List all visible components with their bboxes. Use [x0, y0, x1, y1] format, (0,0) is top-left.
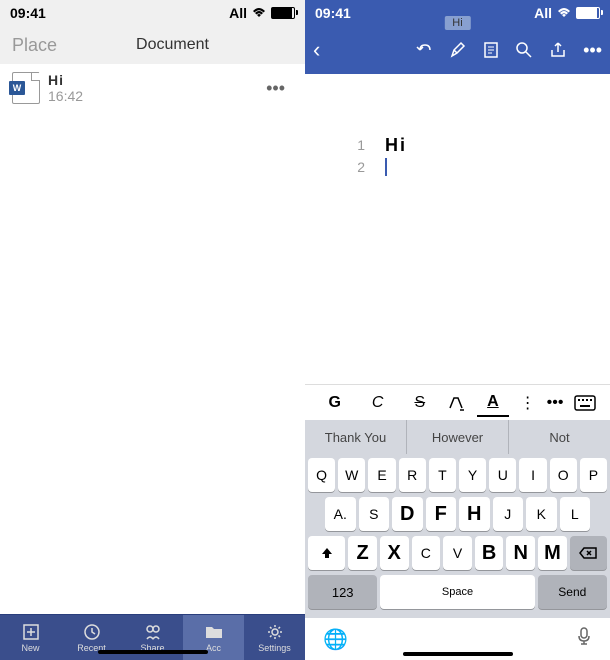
mic-icon[interactable]: [576, 626, 592, 652]
highlight-icon[interactable]: [446, 394, 466, 412]
key-c[interactable]: C: [412, 536, 441, 570]
suggestions-bar: Thank You However Not: [305, 420, 610, 454]
backspace-icon: [578, 546, 598, 560]
file-item[interactable]: W Hi 16:42 •••: [0, 64, 305, 112]
pen-icon[interactable]: [449, 41, 467, 59]
key-j[interactable]: J: [493, 497, 524, 531]
key-b[interactable]: B: [475, 536, 504, 570]
key-h[interactable]: H: [459, 497, 490, 531]
key-u[interactable]: U: [489, 458, 516, 492]
key-l[interactable]: L: [560, 497, 591, 531]
format-dots-icon[interactable]: •••: [547, 394, 564, 412]
key-x[interactable]: X: [380, 536, 409, 570]
battery-icon: [271, 7, 295, 19]
home-indicator[interactable]: [403, 652, 513, 656]
time: 09:41: [315, 5, 351, 21]
key-t[interactable]: T: [429, 458, 456, 492]
keyboard-toggle-icon[interactable]: [574, 395, 596, 411]
key-m[interactable]: M: [538, 536, 567, 570]
file-name: Hi: [48, 72, 250, 88]
format-bar: G C S A ⋮ •••: [305, 384, 610, 420]
underline-button[interactable]: A: [477, 389, 509, 417]
kb-row-1: Q W E R T Y U I O P: [308, 458, 607, 492]
suggestion-1[interactable]: Thank You: [305, 420, 407, 454]
key-d[interactable]: D: [392, 497, 423, 531]
more-icon[interactable]: •••: [583, 40, 602, 61]
home-indicator[interactable]: [98, 650, 208, 654]
key-f[interactable]: F: [426, 497, 457, 531]
page-icon[interactable]: [483, 41, 499, 59]
editor-header: Hi ‹ •••: [305, 26, 610, 74]
carrier: All: [229, 5, 247, 21]
key-space[interactable]: Space: [380, 575, 534, 609]
kb-row-4: 123 Space Send: [308, 575, 607, 609]
battery-icon: [576, 7, 600, 19]
back-icon[interactable]: ‹: [313, 37, 320, 63]
share-out-icon[interactable]: [549, 41, 567, 59]
editor-content[interactable]: 1 Hi 2: [305, 74, 610, 384]
key-i[interactable]: I: [519, 458, 546, 492]
nav-new[interactable]: New: [0, 615, 61, 660]
key-w[interactable]: W: [338, 458, 365, 492]
key-a[interactable]: A.: [325, 497, 356, 531]
search-icon[interactable]: [515, 41, 533, 59]
file-time: 16:42: [48, 88, 250, 104]
key-y[interactable]: Y: [459, 458, 486, 492]
key-q[interactable]: Q: [308, 458, 335, 492]
key-numeric[interactable]: 123: [308, 575, 377, 609]
key-shift[interactable]: [308, 536, 345, 570]
header-left: Place Document: [0, 26, 305, 64]
key-send[interactable]: Send: [538, 575, 607, 609]
keyboard: Q W E R T Y U I O P A. S D F H J K L: [305, 454, 610, 618]
filename-badge: Hi: [444, 16, 470, 30]
key-z[interactable]: Z: [348, 536, 377, 570]
kb-row-2: A. S D F H J K L: [308, 497, 607, 531]
key-backspace[interactable]: [570, 536, 607, 570]
strike-button[interactable]: S: [404, 390, 435, 416]
clock-icon: [82, 623, 102, 641]
globe-icon[interactable]: 🌐: [323, 627, 348, 652]
folder-icon: [204, 623, 224, 641]
wifi-icon: [556, 7, 572, 19]
key-e[interactable]: E: [368, 458, 395, 492]
carrier: All: [534, 5, 552, 21]
shift-icon: [320, 546, 334, 560]
italic-button[interactable]: C: [362, 390, 394, 416]
file-more-icon[interactable]: •••: [258, 78, 293, 99]
suggestion-3[interactable]: Not: [509, 420, 610, 454]
word-doc-icon: W: [12, 72, 40, 104]
wifi-icon: [251, 7, 267, 19]
key-s[interactable]: S: [359, 497, 390, 531]
gear-icon: [265, 623, 285, 641]
suggestion-2[interactable]: However: [407, 420, 509, 454]
new-icon: [21, 623, 41, 641]
file-list: W Hi 16:42 •••: [0, 64, 305, 614]
undo-icon[interactable]: [415, 41, 433, 59]
format-more-icon[interactable]: ⋮: [520, 393, 536, 413]
document-title: Document: [52, 36, 293, 54]
line-number: 1: [345, 137, 365, 153]
time: 09:41: [10, 5, 46, 21]
key-p[interactable]: P: [580, 458, 607, 492]
key-r[interactable]: R: [399, 458, 426, 492]
key-k[interactable]: K: [526, 497, 557, 531]
line-number: 2: [345, 159, 365, 175]
key-v[interactable]: V: [443, 536, 472, 570]
text-cursor: [385, 158, 387, 176]
key-o[interactable]: O: [550, 458, 577, 492]
kb-row-3: Z X C V B N M: [308, 536, 607, 570]
line-text: Hi: [385, 135, 407, 156]
bold-button[interactable]: G: [318, 390, 350, 416]
status-bar-left: 09:41 All: [0, 0, 305, 26]
nav-settings[interactable]: Settings: [244, 615, 305, 660]
share-icon: [143, 623, 163, 641]
key-n[interactable]: N: [506, 536, 535, 570]
